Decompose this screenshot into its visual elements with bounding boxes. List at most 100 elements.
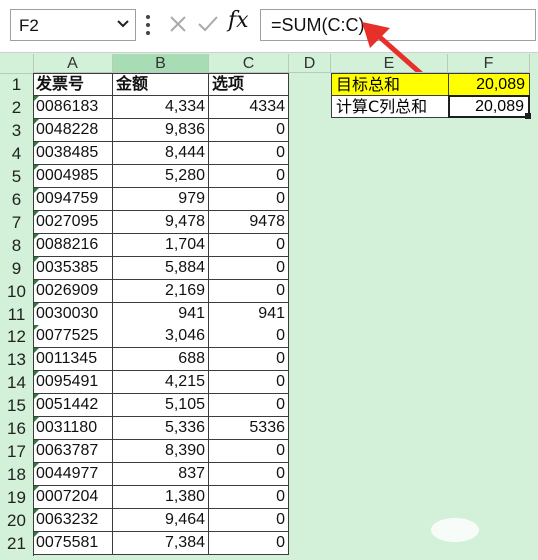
amount-cell[interactable]: 9,836 bbox=[113, 118, 209, 142]
fill-handle[interactable] bbox=[525, 113, 531, 119]
amount-cell[interactable]: 8,444 bbox=[113, 141, 209, 165]
row-header-13[interactable]: 13 bbox=[0, 348, 33, 371]
option-cell[interactable]: 0 bbox=[209, 440, 289, 464]
row-header-16[interactable]: 16 bbox=[0, 417, 33, 440]
invoice-number-cell[interactable]: 0086183 bbox=[33, 95, 113, 119]
amount-cell[interactable]: 1,704 bbox=[113, 233, 209, 257]
invoice-number-cell[interactable]: 0044977 bbox=[33, 463, 113, 487]
option-cell[interactable]: 0 bbox=[209, 141, 289, 165]
invoice-number-cell[interactable]: 0007204 bbox=[33, 486, 113, 510]
invoice-number-cell[interactable]: 0088216 bbox=[33, 233, 113, 257]
invoice-number-cell[interactable]: 0004985 bbox=[33, 164, 113, 188]
row-header-21[interactable]: 21 bbox=[0, 532, 33, 555]
option-cell[interactable]: 0 bbox=[209, 256, 289, 280]
column-header-d[interactable]: D bbox=[289, 54, 331, 73]
amount-cell[interactable]: 979 bbox=[113, 187, 209, 211]
amount-cell[interactable]: 4,215 bbox=[113, 371, 209, 395]
target-sum-value[interactable]: 20,089 bbox=[448, 73, 530, 96]
invoice-number-cell[interactable]: 0048228 bbox=[33, 118, 113, 142]
row-header-8[interactable]: 8 bbox=[0, 234, 33, 257]
amount-cell[interactable]: 941 bbox=[113, 302, 209, 326]
row-header-20[interactable]: 20 bbox=[0, 509, 33, 532]
option-cell[interactable]: 5336 bbox=[209, 417, 289, 441]
row-header-3[interactable]: 3 bbox=[0, 119, 33, 142]
amount-cell[interactable]: 4,334 bbox=[113, 95, 209, 119]
option-cell[interactable]: 941 bbox=[209, 302, 289, 326]
row-header-7[interactable]: 7 bbox=[0, 211, 33, 234]
insert-function-icon[interactable]: fx bbox=[228, 8, 249, 33]
column-header-f[interactable]: F bbox=[448, 54, 530, 73]
amount-cell[interactable]: 8,390 bbox=[113, 440, 209, 464]
invoice-number-cell[interactable]: 0094759 bbox=[33, 187, 113, 211]
amount-cell[interactable]: 5,884 bbox=[113, 256, 209, 280]
select-all-corner[interactable] bbox=[0, 54, 34, 74]
invoice-number-cell[interactable]: 0077525 bbox=[33, 325, 113, 349]
option-cell[interactable]: 0 bbox=[209, 509, 289, 533]
option-cell[interactable]: 0 bbox=[209, 164, 289, 188]
target-sum-label[interactable]: 目标总和 bbox=[331, 73, 449, 96]
amount-cell[interactable]: 9,464 bbox=[113, 509, 209, 533]
invoice-number-cell[interactable]: 0095491 bbox=[33, 371, 113, 395]
option-cell[interactable]: 0 bbox=[209, 348, 289, 372]
invoice-number-cell[interactable]: 0051442 bbox=[33, 394, 113, 418]
row-header-11[interactable]: 11 bbox=[0, 303, 33, 326]
column-header-e[interactable]: E bbox=[331, 54, 448, 73]
table-header-cell[interactable]: 发票号 bbox=[33, 73, 113, 96]
column-header-b[interactable]: B bbox=[113, 54, 209, 73]
invoice-number-cell[interactable]: 0026909 bbox=[33, 279, 113, 303]
invoice-number-cell[interactable]: 0063787 bbox=[33, 440, 113, 464]
row-header-10[interactable]: 10 bbox=[0, 280, 33, 303]
name-box[interactable]: F2 bbox=[10, 9, 136, 41]
amount-cell[interactable]: 5,105 bbox=[113, 394, 209, 418]
option-cell[interactable]: 0 bbox=[209, 371, 289, 395]
amount-cell[interactable]: 9,478 bbox=[113, 210, 209, 234]
option-cell[interactable]: 0 bbox=[209, 463, 289, 487]
amount-cell[interactable]: 688 bbox=[113, 348, 209, 372]
row-header-15[interactable]: 15 bbox=[0, 394, 33, 417]
chevron-down-icon[interactable] bbox=[116, 19, 130, 29]
option-cell[interactable]: 9478 bbox=[209, 210, 289, 234]
invoice-number-cell[interactable]: 0035385 bbox=[33, 256, 113, 280]
row-header-9[interactable]: 9 bbox=[0, 257, 33, 280]
option-cell[interactable]: 0 bbox=[209, 532, 289, 555]
column-header-c[interactable]: C bbox=[209, 54, 289, 73]
amount-cell[interactable]: 5,336 bbox=[113, 417, 209, 441]
amount-cell[interactable]: 837 bbox=[113, 463, 209, 487]
column-header-a[interactable]: A bbox=[33, 54, 113, 73]
option-cell[interactable]: 0 bbox=[209, 325, 289, 349]
row-header-12[interactable]: 12 bbox=[0, 325, 33, 348]
invoice-number-cell[interactable]: 0030030 bbox=[33, 302, 113, 326]
cancel-icon[interactable] bbox=[168, 14, 188, 34]
amount-cell[interactable]: 7,384 bbox=[113, 532, 209, 555]
invoice-number-cell[interactable]: 0031180 bbox=[33, 417, 113, 441]
row-header-2[interactable]: 2 bbox=[0, 96, 33, 119]
row-header-18[interactable]: 18 bbox=[0, 463, 33, 486]
calc-sum-label[interactable]: 计算C列总和 bbox=[331, 95, 449, 118]
option-cell[interactable]: 0 bbox=[209, 279, 289, 303]
option-cell[interactable]: 4334 bbox=[209, 95, 289, 119]
calc-sum-value[interactable]: 20,089 bbox=[448, 95, 530, 118]
row-header-4[interactable]: 4 bbox=[0, 142, 33, 165]
invoice-number-cell[interactable]: 0063232 bbox=[33, 509, 113, 533]
invoice-number-cell[interactable]: 0027095 bbox=[33, 210, 113, 234]
table-header-cell[interactable]: 金额 bbox=[113, 73, 209, 96]
row-header-17[interactable]: 17 bbox=[0, 440, 33, 463]
invoice-number-cell[interactable]: 0075581 bbox=[33, 532, 113, 555]
option-cell[interactable]: 0 bbox=[209, 394, 289, 418]
table-header-cell[interactable]: 选项 bbox=[209, 73, 289, 96]
row-header-6[interactable]: 6 bbox=[0, 188, 33, 211]
invoice-number-cell[interactable]: 0038485 bbox=[33, 141, 113, 165]
amount-cell[interactable]: 1,380 bbox=[113, 486, 209, 510]
amount-cell[interactable]: 5,280 bbox=[113, 164, 209, 188]
more-options-icon[interactable] bbox=[143, 12, 153, 38]
option-cell[interactable]: 0 bbox=[209, 187, 289, 211]
row-header-1[interactable]: 1 bbox=[0, 73, 33, 96]
invoice-number-cell[interactable]: 0011345 bbox=[33, 348, 113, 372]
row-header-14[interactable]: 14 bbox=[0, 371, 33, 394]
enter-check-icon[interactable] bbox=[197, 14, 219, 34]
option-cell[interactable]: 0 bbox=[209, 233, 289, 257]
amount-cell[interactable]: 3,046 bbox=[113, 325, 209, 349]
row-header-19[interactable]: 19 bbox=[0, 486, 33, 509]
option-cell[interactable]: 0 bbox=[209, 486, 289, 510]
option-cell[interactable]: 0 bbox=[209, 118, 289, 142]
